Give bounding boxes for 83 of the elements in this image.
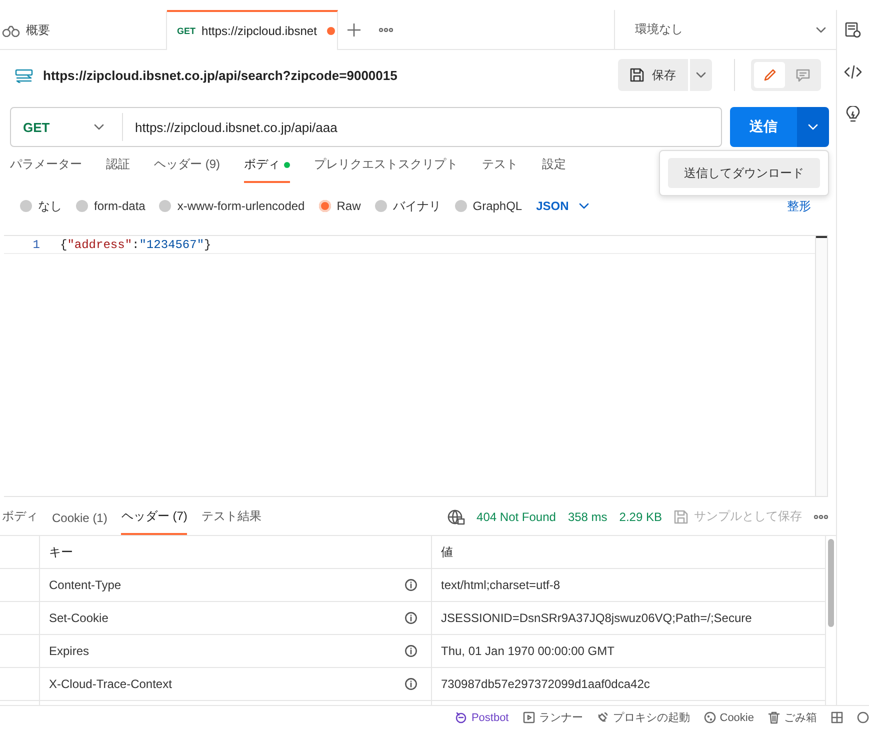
more-icon[interactable] (814, 514, 828, 518)
status-code: 404 Not Found (476, 510, 556, 524)
postbot-icon (455, 711, 468, 724)
scrollbar-thumb[interactable] (828, 539, 834, 627)
tab[interactable]: GET https://zipcloud.ibsnet (167, 10, 338, 50)
send-button[interactable]: 送信 (730, 107, 797, 147)
tab[interactable]: ヘッダー (7) (121, 508, 188, 535)
language-select[interactable]: JSON (536, 199, 589, 213)
tab[interactable]: テスト (482, 152, 518, 183)
radio-button[interactable] (20, 200, 32, 212)
line-number: 1 (32, 238, 41, 252)
plus-icon[interactable] (347, 22, 361, 36)
comment-icon (796, 68, 810, 82)
satellite-icon (596, 711, 609, 724)
table-cell: Content-Type (49, 578, 122, 592)
response-size: 2.29 KB (619, 510, 662, 524)
tab[interactable]: プレリクエストスクリプト (314, 152, 458, 183)
code-icon[interactable] (844, 65, 862, 79)
radio-option[interactable]: Raw (318, 199, 361, 213)
table-cell: Expires (49, 644, 90, 658)
chevron-down-icon[interactable] (578, 203, 589, 209)
method-label: GET (177, 26, 196, 36)
tab[interactable]: ヘッダー (9) (154, 152, 220, 183)
radio-button[interactable] (318, 200, 331, 212)
column-header: 値 (432, 536, 826, 569)
info-icon[interactable] (405, 612, 417, 624)
column-header: キー (40, 536, 432, 569)
environment-select[interactable]: 環境なし (614, 10, 836, 49)
radio-button[interactable] (374, 200, 387, 212)
table-cell: Thu, 01 Jan 1970 00:00:00 GMT (441, 644, 614, 658)
menu-item[interactable]: 送信してダウンロード (668, 158, 820, 188)
request-title: https://zipcloud.ibsnet.co.jp/api/search?zipcode=9000015 (43, 68, 398, 82)
table-cell: text/html;charset=utf-8 (441, 578, 560, 592)
tab[interactable]: Cookie (1) (52, 511, 108, 535)
tab[interactable]: ボディ (244, 152, 290, 183)
radio-button[interactable] (454, 200, 467, 212)
url-field[interactable]: https://zipcloud.ibsnet.co.jp/api/aaa (123, 120, 338, 134)
tab[interactable]: ボディ (2, 508, 38, 535)
response-time: 358 ms (568, 510, 608, 524)
lightbulb-icon[interactable] (845, 106, 861, 124)
status-bar-item[interactable]: プロキシの起動 (596, 710, 690, 725)
radio-button[interactable] (159, 200, 172, 212)
table-cell: 730987db57e297372099d1aaf0dca42c (441, 677, 650, 691)
info-icon[interactable] (405, 678, 417, 690)
table-cell: JSESSIONID=DsnSRr9A37JQ8jswuz06VQ;Path=/;Secure (441, 611, 752, 625)
chevron-down-icon[interactable] (94, 124, 104, 130)
more-icon[interactable] (379, 28, 393, 32)
tab[interactable]: 概要 (0, 10, 167, 49)
radio-button[interactable] (76, 200, 88, 212)
method-select[interactable]: GET (11, 113, 123, 141)
chevron-down-icon[interactable] (816, 26, 826, 32)
table-cell: X-Cloud-Trace-Context (49, 677, 172, 691)
tab[interactable]: 認証 (106, 152, 130, 183)
environment-view-icon[interactable] (845, 22, 861, 38)
layout-icon[interactable] (831, 711, 843, 724)
info-icon[interactable] (405, 579, 417, 591)
radio-option[interactable]: なし (20, 198, 62, 214)
status-bar-item[interactable]: Cookie (704, 711, 754, 724)
status-bar-item[interactable]: ランナー (522, 710, 583, 725)
tab-label: 概要 (26, 22, 50, 39)
radio-option[interactable]: バイナリ (374, 198, 441, 214)
radio-option[interactable]: x-www-form-urlencoded (159, 199, 305, 213)
trash-icon (768, 711, 780, 724)
tab[interactable]: 設定 (542, 152, 566, 183)
edit-mode-toggle[interactable] (754, 62, 785, 88)
status-bar-item[interactable]: ごみ箱 (768, 710, 817, 725)
tab[interactable]: パラメーター (10, 152, 82, 183)
save-button[interactable]: 保存 (618, 59, 688, 91)
chevron-down-icon[interactable] (696, 72, 706, 78)
globe-lock-icon[interactable] (446, 508, 465, 524)
radio-option[interactable]: GraphQL (454, 199, 522, 213)
table-cell: Set-Cookie (49, 611, 108, 625)
pencil-icon (762, 68, 776, 82)
info-icon[interactable] (405, 645, 417, 657)
play-icon (522, 711, 535, 724)
status-bar-item[interactable]: Postbot (455, 711, 509, 724)
tab[interactable]: テスト結果 (201, 508, 262, 535)
radio-option[interactable]: form-data (76, 199, 146, 213)
tab-label: https://zipcloud.ibsnet (202, 24, 317, 38)
code-line: {"address":"1234567"} (59, 238, 212, 252)
beautify-link[interactable]: 整形 (787, 198, 811, 214)
binoculars-icon (2, 24, 20, 36)
cookie-icon (704, 711, 716, 724)
